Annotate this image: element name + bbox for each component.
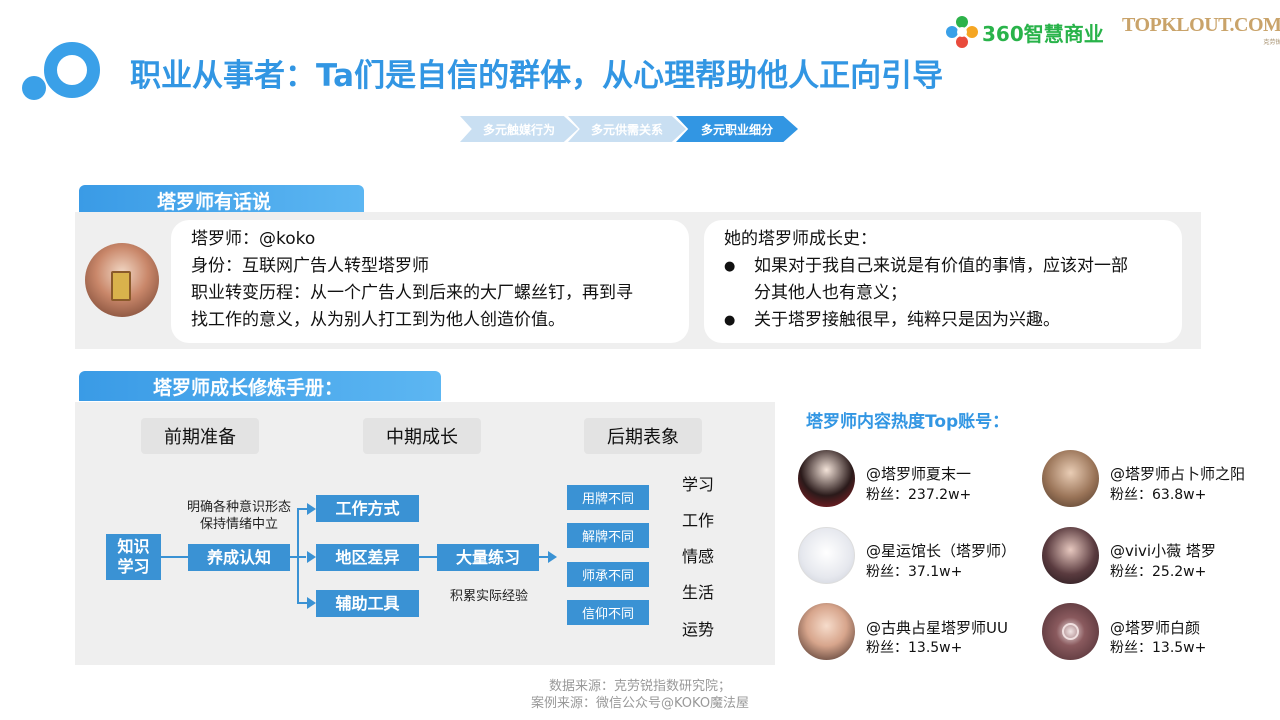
account-fans-4: 粉丝：25.2w+ bbox=[1110, 564, 1207, 580]
account-avatar-3 bbox=[798, 527, 855, 584]
step-2: 多元供需关系 bbox=[568, 116, 686, 142]
manual-tab: 塔罗师成长修炼手册： bbox=[79, 371, 441, 401]
bullet-icon: ● bbox=[724, 313, 736, 328]
step-2-label: 多元供需关系 bbox=[590, 122, 663, 137]
cognition-box: 养成认知 bbox=[188, 544, 290, 571]
aspect-life: 生活 bbox=[682, 583, 715, 602]
practice-note: 积累实际经验 bbox=[449, 589, 528, 604]
step-1-label: 多元触媒行为 bbox=[482, 122, 555, 137]
account-fans-2: 粉丝：63.8w+ bbox=[1110, 487, 1207, 503]
account-fans-1: 粉丝：237.2w+ bbox=[866, 487, 972, 503]
account-avatar-5 bbox=[798, 603, 855, 660]
arrow-icon bbox=[307, 551, 316, 563]
ranking-title: 塔罗师内容热度Top账号： bbox=[806, 412, 1010, 432]
brand-topklout-sub: 克劳锐 bbox=[1263, 39, 1280, 46]
manual-tab-title: 塔罗师成长修炼手册： bbox=[153, 376, 344, 399]
profile-tab: 塔罗师有话说 bbox=[79, 185, 364, 215]
stage-middle-label: 中期成长 bbox=[386, 427, 458, 448]
branch-tools: 辅助工具 bbox=[316, 590, 419, 617]
account-avatar-6 bbox=[1042, 603, 1099, 660]
step-3-label: 多元职业细分 bbox=[700, 122, 773, 137]
logo-dot bbox=[22, 76, 46, 100]
knowledge-box: 知识 学习 bbox=[106, 534, 161, 580]
step-3-active: 多元职业细分 bbox=[676, 116, 798, 142]
brand-topklout-logo: TOPKLOUT.COM 克劳锐 bbox=[1122, 14, 1280, 46]
case-source: 案例来源：微信公众号@KOKO魔法屋 bbox=[530, 696, 750, 711]
page-title: 职业从事者：Ta们是自信的群体，从心理帮助他人正向引导 bbox=[130, 58, 944, 94]
account-fans-6: 粉丝：13.5w+ bbox=[1110, 640, 1207, 656]
difference-3: 师承不同 bbox=[567, 562, 649, 587]
stage-early: 前期准备 bbox=[141, 418, 259, 454]
intro-line-2: 身份：互联网广告人转型塔罗师 bbox=[191, 256, 429, 276]
aspect-study: 学习 bbox=[682, 475, 715, 494]
account-name-4: @vivi小薇 塔罗 bbox=[1110, 542, 1216, 560]
stage-middle: 中期成长 bbox=[363, 418, 481, 454]
stage-late-label: 后期表象 bbox=[607, 427, 679, 448]
account-fans-3: 粉丝：37.1w+ bbox=[866, 564, 963, 580]
brand-360-text: 360智慧商业 bbox=[982, 21, 1104, 46]
bullet-icon: ● bbox=[724, 259, 736, 274]
data-source: 数据来源：克劳锐指数研究院； bbox=[548, 679, 731, 694]
account-avatar-1 bbox=[798, 450, 855, 507]
emblem-icon bbox=[1062, 623, 1079, 640]
account-name-5: @古典占星塔罗师UU bbox=[866, 619, 1008, 637]
cognition-note-1: 明确各种意识形态 bbox=[186, 500, 291, 515]
connector bbox=[297, 508, 299, 604]
aspect-fortune: 运势 bbox=[682, 620, 715, 639]
arrow-icon bbox=[307, 503, 316, 515]
branch-region: 地区差异 bbox=[316, 544, 419, 571]
history-bullet-2: 关于塔罗接触很早，纯粹只是因为兴趣。 bbox=[754, 310, 1060, 330]
intro-line-1: 塔罗师：@koko bbox=[191, 229, 316, 249]
intro-card: 塔罗师：@koko 身份：互联网广告人转型塔罗师 职业转变历程：从一个广告人到后… bbox=[171, 220, 689, 343]
tarot-card-icon bbox=[111, 271, 131, 301]
brand-topklout-text: TOPKLOUT.COM bbox=[1122, 14, 1280, 36]
aspect-work: 工作 bbox=[682, 511, 715, 530]
history-title: 她的塔罗师成长史： bbox=[724, 229, 877, 249]
aspect-emotion: 情感 bbox=[682, 547, 715, 566]
account-name-2: @塔罗师占卜师之阳 bbox=[1110, 465, 1246, 483]
stage-late: 后期表象 bbox=[584, 418, 702, 454]
history-card: 她的塔罗师成长史： ● 如果对于我自己来说是有价值的事情，应该对一部 分其他人也… bbox=[704, 220, 1182, 343]
stage-early-label: 前期准备 bbox=[164, 427, 236, 448]
account-avatar-4 bbox=[1042, 527, 1099, 584]
account-fans-5: 粉丝：13.5w+ bbox=[866, 640, 963, 656]
intro-line-4: 找工作的意义，从为别人打工到为他人创造价值。 bbox=[191, 310, 565, 330]
logo-ring bbox=[44, 42, 100, 98]
history-bullet-1-line-1: 如果对于我自己来说是有价值的事情，应该对一部 bbox=[754, 256, 1128, 276]
profile-tab-title: 塔罗师有话说 bbox=[157, 190, 272, 213]
history-bullet-1-line-2: 分其他人也有意义； bbox=[754, 283, 907, 303]
difference-4: 信仰不同 bbox=[567, 600, 649, 625]
cognition-note-2: 保持情绪中立 bbox=[199, 517, 278, 532]
account-name-6: @塔罗师白颜 bbox=[1110, 619, 1201, 637]
difference-2: 解牌不同 bbox=[567, 523, 649, 548]
arrow-icon bbox=[307, 597, 316, 609]
connector bbox=[161, 556, 189, 558]
account-avatar-2 bbox=[1042, 450, 1099, 507]
practice-box: 大量练习 bbox=[437, 544, 539, 571]
connector bbox=[419, 556, 437, 558]
intro-line-3: 职业转变历程：从一个广告人到后来的大厂螺丝钉，再到寻 bbox=[191, 283, 633, 303]
step-1: 多元触媒行为 bbox=[460, 116, 578, 142]
difference-1: 用牌不同 bbox=[567, 485, 649, 510]
branch-work-style: 工作方式 bbox=[316, 495, 419, 522]
flower-icon bbox=[946, 16, 978, 48]
arrow-icon bbox=[548, 551, 557, 563]
brand-360-logo: 360智慧商业 bbox=[946, 16, 1104, 48]
koko-avatar bbox=[85, 243, 159, 317]
account-name-3: @星运馆长（塔罗师） bbox=[866, 542, 1017, 560]
account-name-1: @塔罗师夏末一 bbox=[866, 465, 972, 483]
